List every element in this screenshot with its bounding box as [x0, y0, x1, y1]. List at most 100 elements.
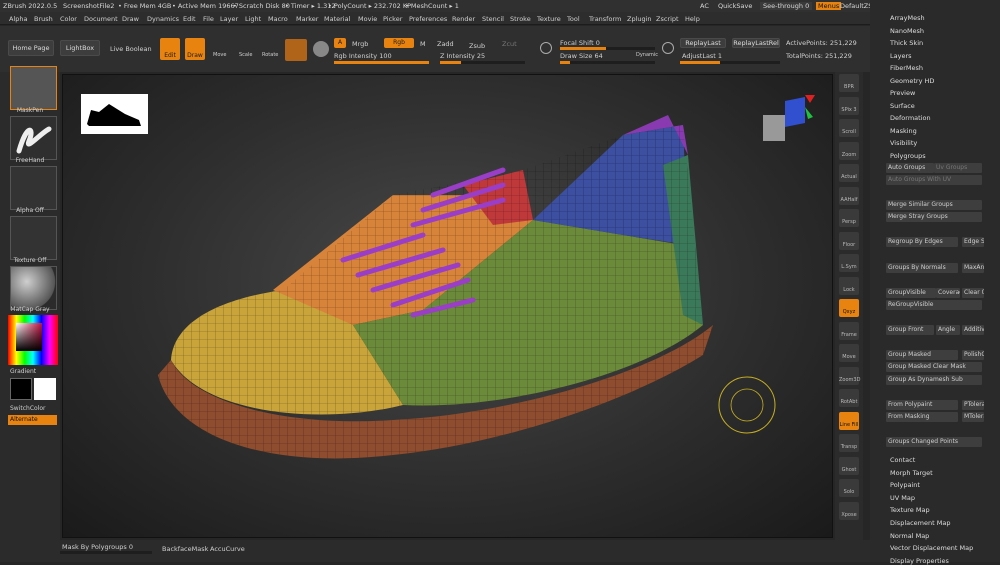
shelf-actual-button[interactable]: Actual [839, 164, 859, 182]
shelf-floor-button[interactable]: Floor [839, 231, 859, 250]
menu-zplugin[interactable]: Zplugin [627, 15, 652, 23]
menu-movie[interactable]: Movie [358, 15, 377, 23]
mrgb-button[interactable]: Mrgb [352, 40, 368, 48]
secondary-color-swatch[interactable] [34, 378, 56, 400]
shelf-solo-button[interactable]: Solo [839, 479, 859, 497]
shelf-line-fill-button[interactable]: Line Fill [839, 411, 859, 430]
alpha-thumbnail[interactable] [10, 166, 57, 210]
tool-menu-masking[interactable]: Masking [890, 127, 917, 135]
regroup-visible-button[interactable]: ReGroupVisible [886, 300, 982, 310]
from-masking-button[interactable]: From Masking [886, 412, 958, 422]
groups-by-normals-button[interactable]: Groups By Normals [886, 263, 958, 273]
uv-groups-button[interactable]: Uv Groups [934, 163, 982, 173]
shelf-persp-button[interactable]: Persp [839, 209, 859, 227]
tool-menu-morph-target[interactable]: Morph Target [890, 469, 933, 477]
mtolerance-slider[interactable]: MToleran [962, 412, 984, 422]
shelf-zoom-button[interactable]: Zoom [839, 141, 859, 160]
edge-sensitivity-slider[interactable]: Edge Se [962, 237, 984, 247]
live-boolean-button[interactable]: Live Boolean [110, 45, 152, 53]
menu-file[interactable]: File [203, 15, 214, 23]
draw-button[interactable]: Draw [185, 38, 205, 60]
adjust-last-slider[interactable] [680, 61, 780, 64]
tool-menu-contact[interactable]: Contact [890, 456, 915, 464]
menu-tool[interactable]: Tool [567, 15, 580, 23]
replay-last-rel-button[interactable]: ReplayLastRel [732, 38, 780, 48]
accucurve-button[interactable]: AccuCurve [210, 545, 245, 553]
regroup-by-edges-button[interactable]: Regroup By Edges [886, 237, 958, 247]
merge-stray-button[interactable]: Merge Stray Groups [886, 212, 982, 222]
rgb-intensity-slider[interactable] [334, 61, 429, 64]
merge-similar-button[interactable]: Merge Similar Groups [886, 200, 982, 210]
from-polypaint-button[interactable]: From Polypaint [886, 400, 958, 410]
matcap-sphere-icon[interactable] [10, 266, 57, 310]
tool-menu-arraymesh[interactable]: ArrayMesh [890, 14, 925, 22]
shelf-aahalf-button[interactable]: AAHalf [839, 186, 859, 205]
group-front-button[interactable]: Group Front [886, 325, 934, 335]
auto-groups-uv-button[interactable]: Auto Groups With UV [886, 175, 982, 185]
zsub-button[interactable]: Zsub [469, 42, 485, 50]
canvas-viewport[interactable] [62, 74, 833, 538]
color-square[interactable] [16, 323, 42, 351]
focal-shift-slider[interactable] [560, 47, 655, 50]
move-button[interactable]: Move [213, 52, 226, 58]
tool-menu-surface[interactable]: Surface [890, 102, 915, 110]
group-masked-button[interactable]: Group Masked [886, 350, 958, 360]
shelf-ghost-button[interactable]: Ghost [839, 456, 859, 475]
material-sphere-icon[interactable] [285, 39, 307, 61]
menu-edit[interactable]: Edit [183, 15, 196, 23]
tool-menu-deformation[interactable]: Deformation [890, 114, 931, 122]
z-intensity-slider[interactable] [440, 61, 525, 64]
menu-macro[interactable]: Macro [268, 15, 288, 23]
menu-draw[interactable]: Draw [122, 15, 139, 23]
replay-last-button[interactable]: ReplayLast [680, 38, 726, 48]
gradient-label[interactable]: Gradient [10, 368, 70, 375]
tool-menu-layers[interactable]: Layers [890, 52, 912, 60]
color-picker[interactable] [8, 315, 58, 365]
tool-menu-displacement-map[interactable]: Displacement Map [890, 519, 950, 527]
home-page-button[interactable]: Home Page [8, 40, 54, 56]
zcut-button[interactable]: Zcut [502, 40, 517, 48]
shelf-bpr-button[interactable]: BPR [839, 74, 859, 92]
tool-menu-visibility[interactable]: Visibility [890, 139, 917, 147]
shelf-zoom3d-button[interactable]: Zoom3D [839, 366, 860, 385]
nav-cube-icon[interactable] [763, 95, 815, 141]
group-dynamesh-button[interactable]: Group As Dynamesh Sub [886, 375, 982, 385]
tool-menu-polygroups[interactable]: Polygroups [890, 152, 926, 160]
shelf-spix-3-button[interactable]: SPix 3 [839, 96, 859, 115]
texture-thumbnail[interactable] [10, 216, 57, 260]
gizmo-circle[interactable] [718, 376, 776, 434]
shelf-xpose-button[interactable]: Xpose [839, 501, 859, 520]
clear-slider[interactable]: Clear 0 [962, 288, 984, 298]
tool-menu-vector-displacement-map[interactable]: Vector Displacement Map [890, 544, 973, 552]
menu-transform[interactable]: Transform [589, 15, 621, 23]
zadd-button[interactable]: Zadd [437, 40, 454, 48]
ptolerance-slider[interactable]: PTolera [962, 400, 984, 410]
mask-by-polygroups[interactable]: Mask By Polygroups 0 [62, 543, 133, 551]
tool-menu-geometry-hd[interactable]: Geometry HD [890, 77, 934, 85]
menus-toggle[interactable]: Menus [816, 2, 842, 10]
tool-menu-thick-skin[interactable]: Thick Skin [890, 39, 923, 47]
menu-zscript[interactable]: Zscript [656, 15, 679, 23]
primary-color-swatch[interactable] [10, 378, 32, 400]
menu-light[interactable]: Light [245, 15, 261, 23]
edit-button[interactable]: Edit [160, 38, 180, 60]
menu-color[interactable]: Color [60, 15, 77, 23]
menu-preferences[interactable]: Preferences [409, 15, 447, 23]
backface-mask-button[interactable]: BackfaceMask [162, 545, 208, 553]
menu-stencil[interactable]: Stencil [482, 15, 504, 23]
mask-polygroups-slider[interactable] [60, 551, 152, 554]
coverage-slider[interactable]: Coverag [936, 288, 960, 298]
shelf-frame-button[interactable]: Frame [839, 321, 859, 340]
tool-menu-display-properties[interactable]: Display Properties [890, 557, 949, 565]
tool-menu-normal-map[interactable]: Normal Map [890, 532, 929, 540]
menu-help[interactable]: Help [685, 15, 700, 23]
s-circle-icon[interactable] [540, 42, 552, 54]
angle-slider[interactable]: Angle [936, 325, 960, 335]
shelf-scroll-button[interactable]: Scroll [839, 119, 859, 137]
see-through-slider[interactable]: See-through 0 [760, 2, 813, 10]
groups-changed-button[interactable]: Groups Changed Points [886, 437, 982, 447]
group-visible-button[interactable]: GroupVisible [886, 288, 936, 298]
draw-size-slider[interactable] [560, 61, 655, 64]
tool-menu-uv-map[interactable]: UV Map [890, 494, 915, 502]
menu-material[interactable]: Material [324, 15, 350, 23]
